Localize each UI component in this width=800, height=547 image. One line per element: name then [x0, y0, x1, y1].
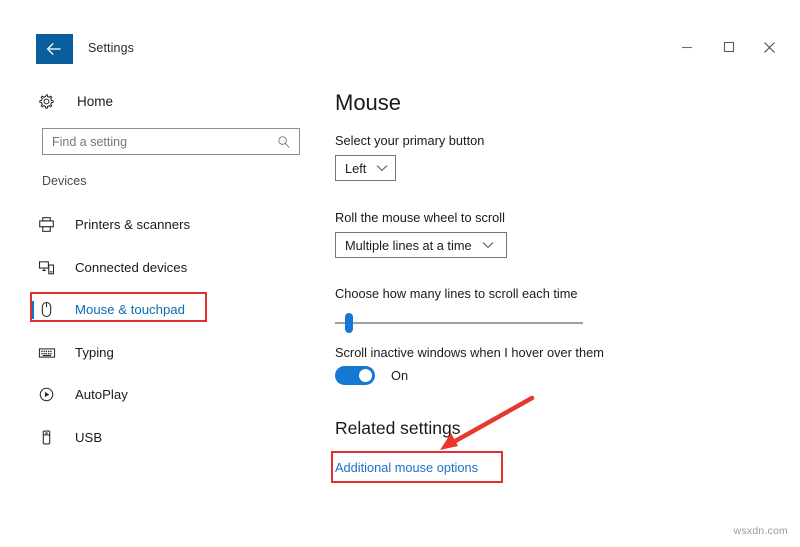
sidebar-group-header: Devices: [42, 174, 87, 188]
lines-slider-label: Choose how many lines to scroll each tim…: [335, 286, 578, 301]
minimize-icon: [681, 41, 693, 53]
primary-button-value: Left: [345, 160, 367, 176]
sidebar-item-label: USB: [75, 430, 103, 445]
toggle-knob: [359, 369, 372, 382]
inactive-scroll-toggle[interactable]: [335, 366, 375, 385]
search-placeholder: Find a setting: [52, 134, 128, 149]
related-settings-title: Related settings: [335, 418, 461, 438]
wheel-scroll-value: Multiple lines at a time: [345, 237, 472, 253]
sidebar-item-label: Printers & scanners: [75, 217, 191, 232]
back-arrow-icon: [46, 42, 63, 56]
title-bar: Settings: [0, 22, 800, 64]
sidebar-item-label: Connected devices: [75, 260, 188, 275]
sidebar-item-label: AutoPlay: [75, 387, 128, 402]
inactive-scroll-label: Scroll inactive windows when I hover ove…: [335, 345, 604, 360]
sidebar: Home Find a setting Devices Printers & s…: [0, 70, 320, 540]
minimize-button[interactable]: [670, 32, 704, 62]
selected-indicator: [31, 301, 34, 319]
sidebar-item-autoplay[interactable]: AutoPlay: [30, 379, 300, 410]
window-title: Settings: [88, 41, 134, 55]
keyboard-icon: [38, 344, 68, 362]
close-button[interactable]: [752, 32, 786, 62]
gear-icon: [38, 93, 60, 110]
inactive-scroll-toggle-row: On: [335, 366, 408, 385]
primary-button-dropdown[interactable]: Left: [335, 155, 396, 181]
toggle-state-label: On: [391, 368, 409, 383]
search-icon: [277, 135, 291, 149]
sidebar-item-connected-devices[interactable]: Connected devices: [30, 252, 300, 283]
settings-window: Settings Home Find a setting Devices Pri…: [0, 0, 800, 547]
printer-icon: [38, 216, 68, 233]
sidebar-item-label: Mouse & touchpad: [75, 302, 185, 317]
chevron-down-icon: [376, 164, 388, 172]
sidebar-item-mouse-touchpad[interactable]: Mouse & touchpad: [30, 294, 300, 325]
sidebar-item-typing[interactable]: Typing: [30, 337, 300, 368]
maximize-button[interactable]: [712, 32, 746, 62]
back-button[interactable]: [36, 34, 73, 64]
maximize-icon: [723, 41, 735, 53]
wheel-scroll-dropdown[interactable]: Multiple lines at a time: [335, 232, 507, 258]
wheel-scroll-label: Roll the mouse wheel to scroll: [335, 210, 505, 225]
autoplay-icon: [38, 386, 68, 403]
usb-icon: [38, 429, 68, 446]
lines-slider[interactable]: [335, 313, 583, 333]
slider-track: [335, 322, 583, 324]
sidebar-item-printers-scanners[interactable]: Printers & scanners: [30, 209, 300, 240]
sidebar-item-home[interactable]: Home: [38, 87, 158, 115]
close-icon: [763, 41, 776, 54]
page-title: Mouse: [335, 90, 402, 115]
mouse-icon: [38, 301, 68, 318]
primary-button-label: Select your primary button: [335, 133, 485, 148]
sidebar-item-usb[interactable]: USB: [30, 422, 300, 453]
chevron-down-icon: [482, 241, 494, 249]
main-content: Mouse Select your primary button Left Ro…: [320, 70, 800, 540]
additional-mouse-options-link[interactable]: Additional mouse options: [335, 460, 478, 475]
connected-devices-icon: [38, 259, 68, 276]
watermark: wsxdn.com: [733, 525, 788, 537]
sidebar-item-home-label: Home: [77, 93, 114, 109]
sidebar-item-label: Typing: [75, 345, 114, 360]
slider-thumb[interactable]: [345, 313, 353, 333]
search-input[interactable]: Find a setting: [42, 128, 300, 155]
